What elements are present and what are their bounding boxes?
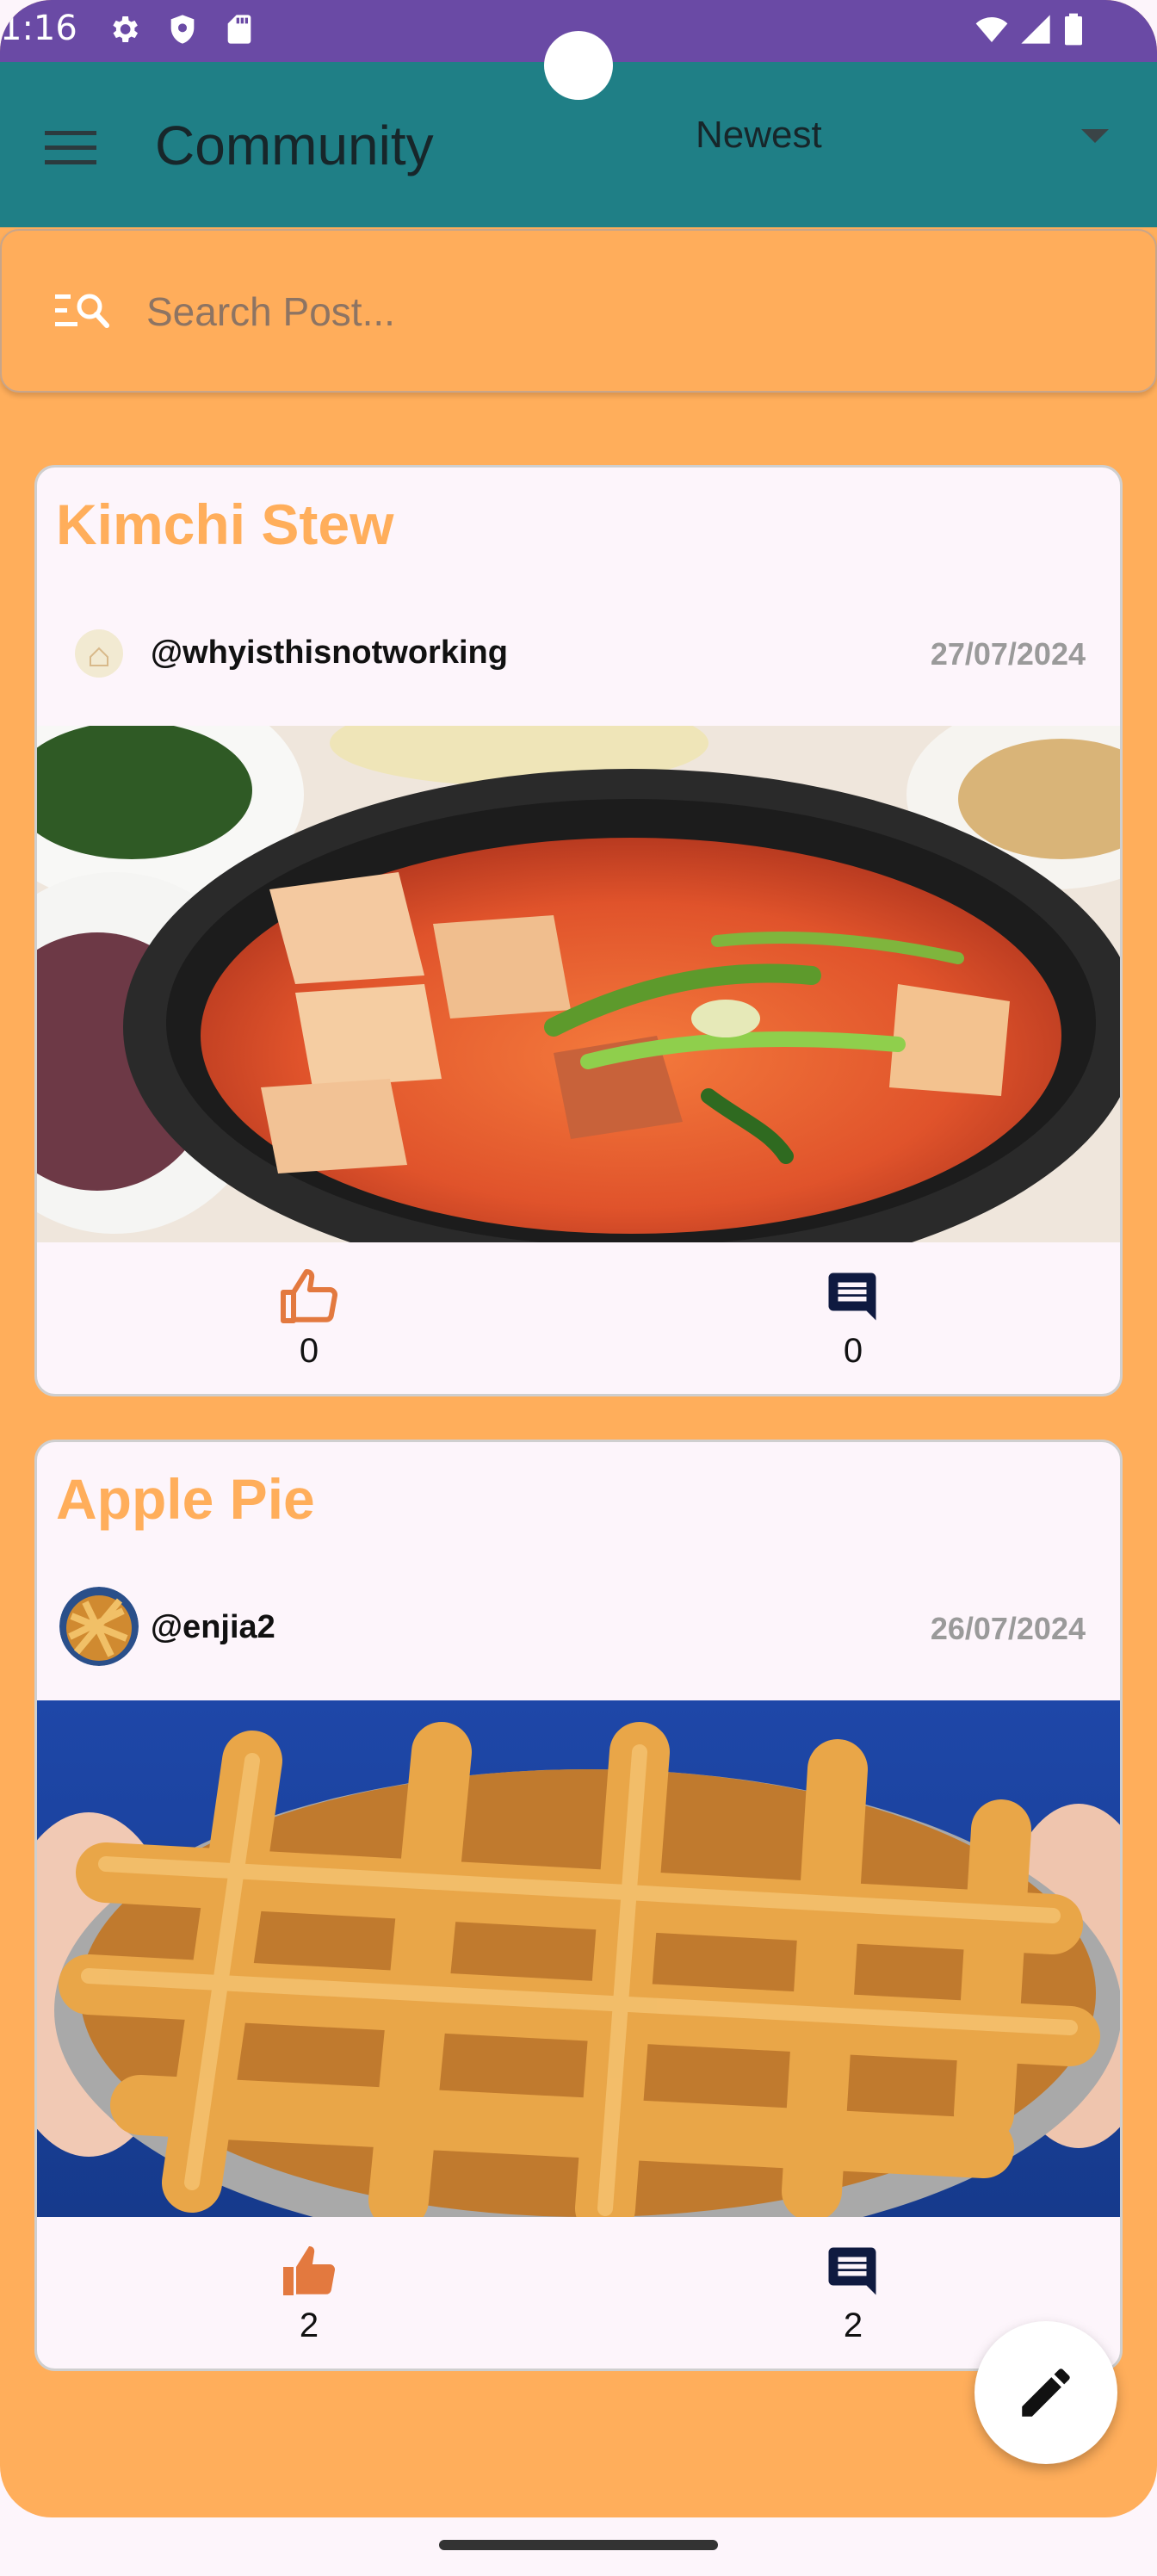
post-image[interactable] (37, 726, 1120, 1242)
create-post-button[interactable] (974, 2321, 1117, 2464)
search-input[interactable] (146, 276, 1093, 348)
comment-icon[interactable] (822, 2243, 882, 2300)
avatar[interactable] (59, 614, 139, 693)
signal-icon (1021, 15, 1050, 44)
device-frame: 1:16 Community Newest Search Post... Kim… (0, 0, 1157, 2576)
thumbs-up-outline-icon[interactable] (275, 1266, 343, 1328)
dropdown-caret-icon (1081, 129, 1109, 143)
gear-icon (113, 16, 138, 42)
post-image[interactable] (37, 1700, 1120, 2217)
sort-dropdown[interactable]: Newest (696, 114, 1126, 174)
status-time: 1:16 (0, 9, 77, 48)
post-username[interactable]: @enjia2 (151, 1609, 275, 1646)
post-username[interactable]: @whyisthisnotworking (151, 635, 508, 672)
app-screen: 1:16 Community Newest Search Post... Kim… (0, 0, 1157, 2517)
comment-icon[interactable] (822, 1268, 882, 1325)
post-card[interactable]: Kimchi Stew @whyisthisnotworking 27/07/2… (34, 465, 1123, 1396)
sd-card-icon (227, 15, 251, 44)
page-title: Community (155, 115, 434, 176)
wifi-icon (975, 17, 1008, 42)
search-bar (0, 229, 1157, 393)
search-list-icon (55, 294, 109, 328)
comment-count: 0 (843, 1332, 863, 1370)
avatar-placeholder-icon (75, 629, 123, 678)
post-date: 27/07/2024 (930, 636, 1086, 672)
post-title: Apple Pie (56, 1467, 315, 1531)
like-count: 0 (299, 1332, 319, 1370)
menu-icon[interactable] (45, 129, 96, 167)
home-indicator[interactable] (439, 2540, 718, 2550)
post-card[interactable]: Apple Pie @enjia2 26/07/2024 2 2 (34, 1440, 1123, 2371)
apple-pie-image (37, 1700, 1120, 2217)
thumbs-up-filled-icon[interactable] (275, 2241, 343, 2303)
battery-icon (1065, 13, 1082, 46)
avatar-apple-pie-image (59, 1587, 139, 1666)
sort-selected-value: Newest (696, 114, 822, 156)
pencil-icon (1022, 2369, 1070, 2417)
shield-icon (170, 15, 195, 44)
like-count: 2 (299, 2307, 319, 2344)
avatar[interactable] (59, 1587, 139, 1666)
post-title: Kimchi Stew (56, 492, 394, 556)
camera-cutout (544, 31, 613, 100)
kimchi-stew-image (37, 726, 1120, 1242)
post-date: 26/07/2024 (930, 1611, 1086, 1646)
comment-count: 2 (843, 2307, 863, 2344)
